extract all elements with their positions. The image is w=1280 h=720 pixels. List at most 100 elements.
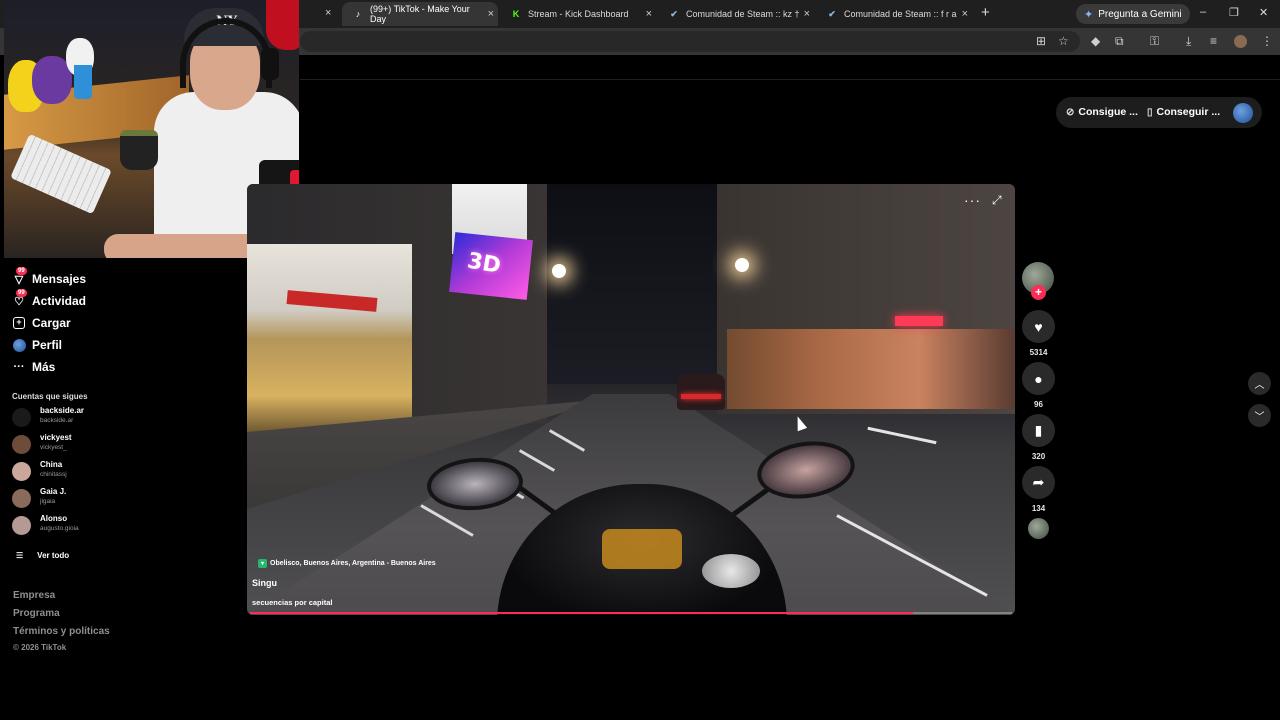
browser-profile-avatar[interactable] [1234, 35, 1247, 48]
comment-button[interactable]: ● [1022, 362, 1055, 395]
browser-menu-icon[interactable]: ⋮ [1261, 34, 1273, 48]
next-video-button[interactable]: ﹀ [1248, 404, 1271, 427]
video-scene-sky [537, 184, 727, 384]
comment-icon: ● [1034, 370, 1043, 387]
sidebar-item-activity[interactable]: ♡ 99 Actividad [12, 289, 87, 310]
address-bar[interactable] [300, 31, 1080, 52]
coins-icon: ⊘ [1066, 106, 1075, 118]
like-count: 5314 [1029, 348, 1048, 357]
video-player[interactable]: 3D ··· ⤢ ▾ Obelisco, Buenos Aires, Argen… [247, 184, 1015, 615]
extension-icon[interactable]: ◆ [1091, 34, 1100, 48]
tab-title: Comunidad de Steam :: kz † [686, 9, 800, 19]
more-options-icon[interactable]: ··· [964, 192, 981, 208]
previous-video-button[interactable]: ︿ [1248, 372, 1271, 395]
password-key-icon[interactable]: ⚿ [1150, 34, 1159, 49]
account-username: chinitassj [40, 471, 67, 478]
tiktok-icon: ♪ [355, 9, 361, 19]
share-button[interactable]: ➦ [1022, 466, 1055, 499]
translate-icon[interactable]: ⊞ [1036, 34, 1046, 48]
gemini-button[interactable]: ✦ Pregunta a Gemini [1076, 4, 1190, 24]
media-icon[interactable]: ≡ [1210, 34, 1217, 48]
get-app-button[interactable]: ▯ Conseguir ... [1147, 106, 1220, 118]
tab-kick[interactable]: K Stream - Kick Dashboard × [500, 2, 656, 26]
tab-close-icon[interactable]: × [488, 8, 494, 20]
sidebar-item-more[interactable]: ··· Más [12, 358, 56, 376]
video-scene-neon-billboard: 3D [449, 232, 533, 300]
account-name: Alonso [40, 514, 68, 523]
video-scene-shop [247, 244, 412, 434]
tab-close-icon[interactable]: × [962, 8, 968, 20]
video-progress-fill [250, 612, 913, 614]
video-scene-streetlamp [735, 258, 749, 272]
tab-close-icon[interactable]: × [646, 8, 652, 20]
more-icon: ··· [13, 361, 25, 373]
user-avatar[interactable] [1233, 103, 1253, 123]
tab-steam-1[interactable]: ✔ Comunidad de Steam :: kz † × [658, 2, 814, 26]
account-name: Gaia J. [40, 487, 67, 496]
close-window-icon[interactable]: ✕ [1259, 6, 1268, 19]
sidebar-item-upload[interactable]: + Cargar [12, 314, 71, 332]
avatar [12, 435, 31, 454]
tab-title: (99+) TikTok - Make Your Day [369, 4, 470, 24]
tab-tiktok[interactable]: ♪ (99+) TikTok - Make Your Day × [342, 2, 498, 26]
tab-close-icon[interactable]: × [804, 8, 810, 20]
video-caption: secuencias por capital [252, 598, 333, 607]
get-coins-label: Consigue ... [1078, 106, 1138, 118]
sidebar-item-messages[interactable]: ▽ 99 Mensajes [12, 267, 86, 288]
footer-link-program[interactable]: Programa [13, 608, 60, 619]
sidebar-item-profile[interactable]: Perfil [12, 336, 62, 354]
fullscreen-icon[interactable]: ⤢ [992, 193, 1002, 208]
heart-icon: ♥ [1034, 318, 1043, 335]
tab-title: Comunidad de Steam :: f r a [844, 9, 957, 19]
music-disc[interactable] [1028, 518, 1049, 539]
sidebar-item-label: Actividad [32, 294, 87, 308]
video-scene-streetlamp [552, 264, 566, 278]
location-tag[interactable]: ▾ Obelisco, Buenos Aires, Argentina - Bu… [258, 559, 436, 568]
sidebar-item-label: Cargar [32, 316, 71, 330]
bookmark-star-icon[interactable]: ☆ [1058, 34, 1069, 48]
sidebar-item-label: Perfil [32, 338, 63, 352]
video-scene-gauge [702, 554, 760, 588]
steam-icon: ✔ [670, 8, 678, 19]
tab-title: Stream - Kick Dashboard [528, 9, 629, 19]
get-coins-button[interactable]: ⊘ Consigue ... [1066, 106, 1138, 118]
messages-badge: 99 [16, 267, 27, 275]
restore-icon[interactable]: ❐ [1229, 6, 1239, 19]
video-author[interactable]: Singu [252, 578, 277, 588]
avatar [12, 408, 31, 427]
steam-icon: ✔ [828, 8, 836, 19]
download-icon[interactable]: ⤓ [1186, 34, 1191, 49]
chevron-down-icon: ﹀ [1254, 412, 1265, 423]
location-label: Obelisco, Buenos Aires, Argentina - Buen… [270, 560, 436, 567]
activity-icon: ♡ 99 [14, 289, 27, 308]
see-all-button[interactable]: ☰ Ver todo [16, 551, 69, 560]
upload-icon: + [12, 316, 26, 330]
puzzle-icon[interactable]: ⧉ [1115, 34, 1124, 49]
share-arrow-icon: ➦ [1032, 474, 1045, 490]
cam-cup [74, 65, 92, 99]
account-username: backside.ar [40, 417, 74, 424]
tab-close-icon[interactable]: × [325, 7, 331, 19]
minimize-icon[interactable]: – [1200, 6, 1206, 18]
follow-plus-icon[interactable]: + [1031, 285, 1046, 300]
gemini-icon: ✦ [1084, 8, 1094, 21]
cam-keyboard [10, 133, 112, 215]
save-button[interactable]: ▮ [1022, 414, 1055, 447]
footer-link-company[interactable]: Empresa [13, 590, 55, 601]
copyright: © 2026 TikTok [13, 643, 67, 652]
tab-steam-2[interactable]: ✔ Comunidad de Steam :: f r a × [816, 2, 972, 26]
video-scene-dashboard [602, 529, 682, 569]
footer-link-terms[interactable]: Términos y políticas [13, 626, 110, 637]
video-scene-lane-mark [867, 426, 937, 445]
save-count: 320 [1031, 452, 1046, 461]
new-tab-button[interactable]: + [981, 4, 990, 21]
sidebar-item-label: Más [32, 360, 56, 374]
video-progress-track[interactable] [250, 612, 1012, 614]
account-username: jlgaia [40, 498, 56, 505]
account-name: China [40, 460, 63, 469]
like-button[interactable]: ♥ [1022, 310, 1055, 343]
video-scene-car [677, 374, 725, 410]
profile-icon [12, 338, 26, 352]
get-app-label: Conseguir ... [1156, 106, 1221, 118]
location-pin-icon: ▾ [258, 559, 267, 568]
